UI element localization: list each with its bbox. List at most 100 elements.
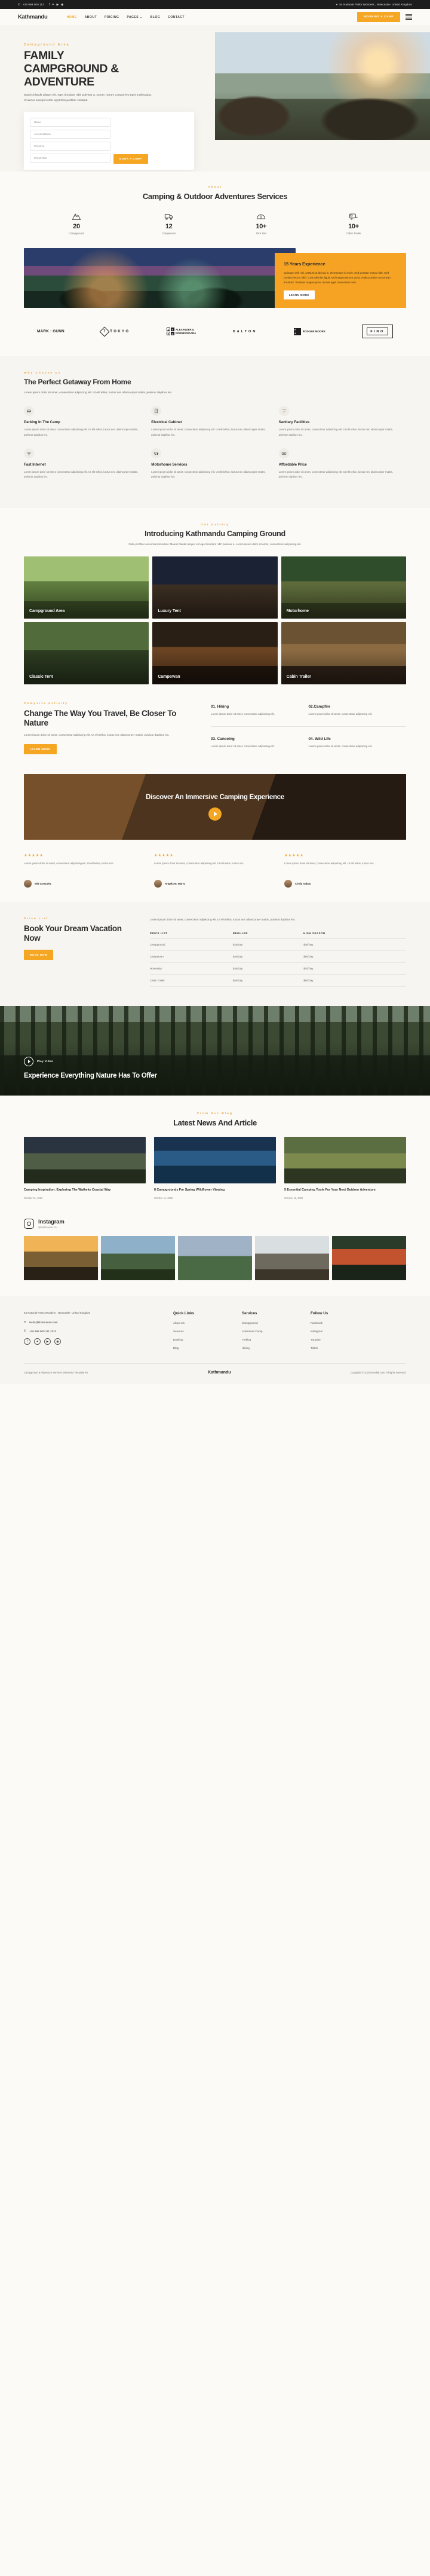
- instagram-grid: [24, 1236, 406, 1281]
- testimonial-card: ★★★★★ Lorem ipsum dolor sit amet, consec…: [154, 853, 276, 888]
- footer-phone[interactable]: +26 999 000 111 2222: [29, 1330, 56, 1333]
- feature-title: Affordable Price: [278, 462, 307, 467]
- activity-item-hiking: 01. Hiking Lorem ipsum dolor sit amet, c…: [211, 702, 309, 726]
- price-regular: $40/Day: [232, 962, 304, 975]
- footer-link[interactable]: Hiking: [242, 1347, 311, 1350]
- blog-post-title[interactable]: Camping Inspiration: Exploring The Waihe…: [24, 1188, 146, 1193]
- book-a-camp-submit[interactable]: BOOK A CAMP: [113, 154, 148, 164]
- footer-link[interactable]: Youtube: [311, 1338, 379, 1341]
- gallery-eyebrow: Our Gallery: [200, 524, 230, 527]
- blog-card[interactable]: 8 Campgrounds For Spring Wildflower View…: [154, 1137, 276, 1200]
- testimonial-text: Lorem ipsum dolor sit amet, consectetur …: [154, 861, 244, 865]
- activity-learn-more-button[interactable]: LEARN MORE: [24, 744, 57, 754]
- booking-a-camp-button[interactable]: BOOKING A CAMP: [357, 12, 400, 22]
- gallery-title: Introducing Kathmandu Camping Ground: [145, 530, 285, 539]
- topbar-phone[interactable]: +26 999 000 112: [23, 3, 44, 6]
- footer-link[interactable]: Booking: [173, 1338, 242, 1341]
- testimonial-card: ★★★★★ Lorem ipsum dolor sit amet, consec…: [284, 853, 406, 888]
- stat-value: 12: [165, 223, 173, 230]
- feature-sanitary: Sanitary Facilities Lorem ipsum dolor si…: [278, 406, 406, 437]
- accommodation-field[interactable]: Accomodation: [30, 129, 110, 139]
- hamburger-menu-icon[interactable]: [406, 14, 412, 20]
- blog-card[interactable]: Camping Inspiration: Exploring The Waihe…: [24, 1137, 146, 1200]
- footer-link[interactable]: Treking: [242, 1338, 311, 1341]
- instagram-photo[interactable]: [24, 1236, 98, 1281]
- table-row: Cabin Trailer $50/Day $60/Day: [150, 974, 406, 987]
- stat-value: 10+: [348, 223, 359, 230]
- checkout-field[interactable]: Check Out: [30, 153, 110, 163]
- footer-link[interactable]: Tiktok: [311, 1347, 379, 1350]
- activity-item-campfire: 02.Campfire Lorem ipsum dolor sit amet, …: [309, 702, 407, 726]
- twitter-icon[interactable]: ✦: [34, 1338, 41, 1345]
- instagram-photo[interactable]: [332, 1236, 406, 1281]
- gallery-card-luxury-tent[interactable]: Luxury Tent: [152, 556, 278, 619]
- about-section: About Camping & Outdoor Adventures Servi…: [0, 172, 430, 356]
- footer-link[interactable]: Facebook: [311, 1321, 379, 1324]
- footer-kit-credit: Campground & Adventure Services Elemento…: [24, 1371, 88, 1375]
- nav-item-blog[interactable]: BLOG: [150, 16, 161, 19]
- facebook-icon[interactable]: f: [24, 1338, 30, 1345]
- site-logo[interactable]: Kathmandu: [18, 14, 48, 20]
- rating-stars: ★★★★★: [24, 853, 44, 858]
- why-lead: Lorem ipsum dolor sit amet, consectetur …: [24, 391, 173, 394]
- gallery-card-cabin-trailer[interactable]: Cabin Trailer: [281, 622, 406, 685]
- testimonial-name: Mia Gonzalez: [35, 882, 51, 885]
- footer-link[interactable]: About Us: [173, 1321, 242, 1324]
- gallery-card-campervan[interactable]: Campervan: [152, 622, 278, 685]
- price-high-season: $50/Day: [303, 950, 406, 963]
- play-button-icon[interactable]: [208, 807, 222, 821]
- footer-link[interactable]: Campground: [242, 1321, 311, 1324]
- checkin-field[interactable]: Check In: [30, 141, 110, 151]
- avatar: [24, 879, 32, 888]
- nav-item-pricing[interactable]: PRICING: [105, 16, 119, 19]
- footer-link[interactable]: Instagram: [311, 1330, 379, 1333]
- instagram-photo[interactable]: [255, 1236, 329, 1281]
- blog-section: From Our Blog Latest News And Article Ca…: [0, 1096, 430, 1215]
- avatar: [284, 879, 292, 888]
- gallery-card-classic-tent[interactable]: Classic Tent: [24, 622, 149, 685]
- nav-menu: HOME ABOUT PRICING PAGES ⌄ BLOG CONTACT: [67, 16, 185, 19]
- twitter-icon[interactable]: ✦: [52, 3, 54, 7]
- activity-item-wild-life: 04. Wild Life Lorem ipsum dolor sit amet…: [308, 726, 406, 758]
- instagram-icon[interactable]: ◉: [54, 1338, 61, 1345]
- footer-link[interactable]: Blog: [173, 1347, 242, 1350]
- experience-learn-more-button[interactable]: LEARN MORE: [284, 290, 315, 300]
- youtube-icon[interactable]: ▶: [57, 3, 59, 7]
- nav-item-about[interactable]: ABOUT: [85, 16, 97, 19]
- footer-address: 54 National Parks Wonders , Newcastle- U…: [24, 1311, 91, 1315]
- feature-title: Sanitary Facilities: [278, 420, 310, 425]
- gallery-card-motorhome[interactable]: Motorhome: [281, 556, 406, 619]
- instagram-photo[interactable]: [178, 1236, 252, 1281]
- play-video-control[interactable]: Play Video: [24, 1056, 157, 1066]
- footer-column-follow-us: Follow Us Facebook Instagram Youtube Tik…: [311, 1311, 379, 1355]
- name-field[interactable]: Name: [30, 117, 110, 127]
- gallery-card-campground-area[interactable]: Campground Area: [24, 556, 149, 619]
- footer-email[interactable]: Hello@khatmandu.mail: [29, 1321, 58, 1324]
- instagram-icon[interactable]: ◉: [61, 3, 63, 7]
- facebook-icon[interactable]: f: [49, 3, 50, 7]
- blog-thumbnail: [24, 1137, 146, 1184]
- stat-campground: 20 Campground: [41, 210, 112, 235]
- video-title: Experience Everything Nature Has To Offe…: [24, 1072, 157, 1079]
- nav-item-home[interactable]: HOME: [67, 16, 77, 19]
- youtube-icon[interactable]: ▶: [44, 1338, 51, 1345]
- stats-row: 20 Campground 12 Campervan 10+ Tent Site…: [24, 210, 406, 235]
- nav-item-pages[interactable]: PAGES ⌄: [127, 16, 142, 19]
- book-now-button[interactable]: BOOK NOW: [24, 950, 54, 960]
- instagram-handle[interactable]: @kathmandu.ch: [38, 1226, 64, 1229]
- footer-link[interactable]: Services: [173, 1330, 242, 1333]
- blog-card[interactable]: 5 Essential Camping Tools For Your Next …: [284, 1137, 406, 1200]
- footer-link[interactable]: Adventure Camp: [242, 1330, 311, 1333]
- nav-item-contact[interactable]: CONTACT: [168, 16, 185, 19]
- blog-post-title[interactable]: 8 Campgrounds For Spring Wildflower View…: [154, 1188, 276, 1193]
- play-icon[interactable]: [24, 1056, 33, 1066]
- instagram-photo[interactable]: [101, 1236, 175, 1281]
- blog-post-title[interactable]: 5 Essential Camping Tools For Your Next …: [284, 1188, 406, 1193]
- brand-alexander-rodneymaara: AR RM ALEXANDER & RODNEYMAARA: [166, 328, 196, 335]
- gallery-subtitle: Nulla porttitor accumsan tincidunt. Maur…: [128, 543, 302, 546]
- price-title: Book Your Dream Vacation Now: [24, 923, 122, 943]
- price-item: Campground: [150, 938, 233, 952]
- table-row: Campground $20/Day $30/Day: [150, 938, 406, 952]
- footer-column-quick-links: Quick Links About Us Services Booking Bl…: [173, 1311, 242, 1355]
- feature-title: Electrical Cabinet: [151, 420, 182, 425]
